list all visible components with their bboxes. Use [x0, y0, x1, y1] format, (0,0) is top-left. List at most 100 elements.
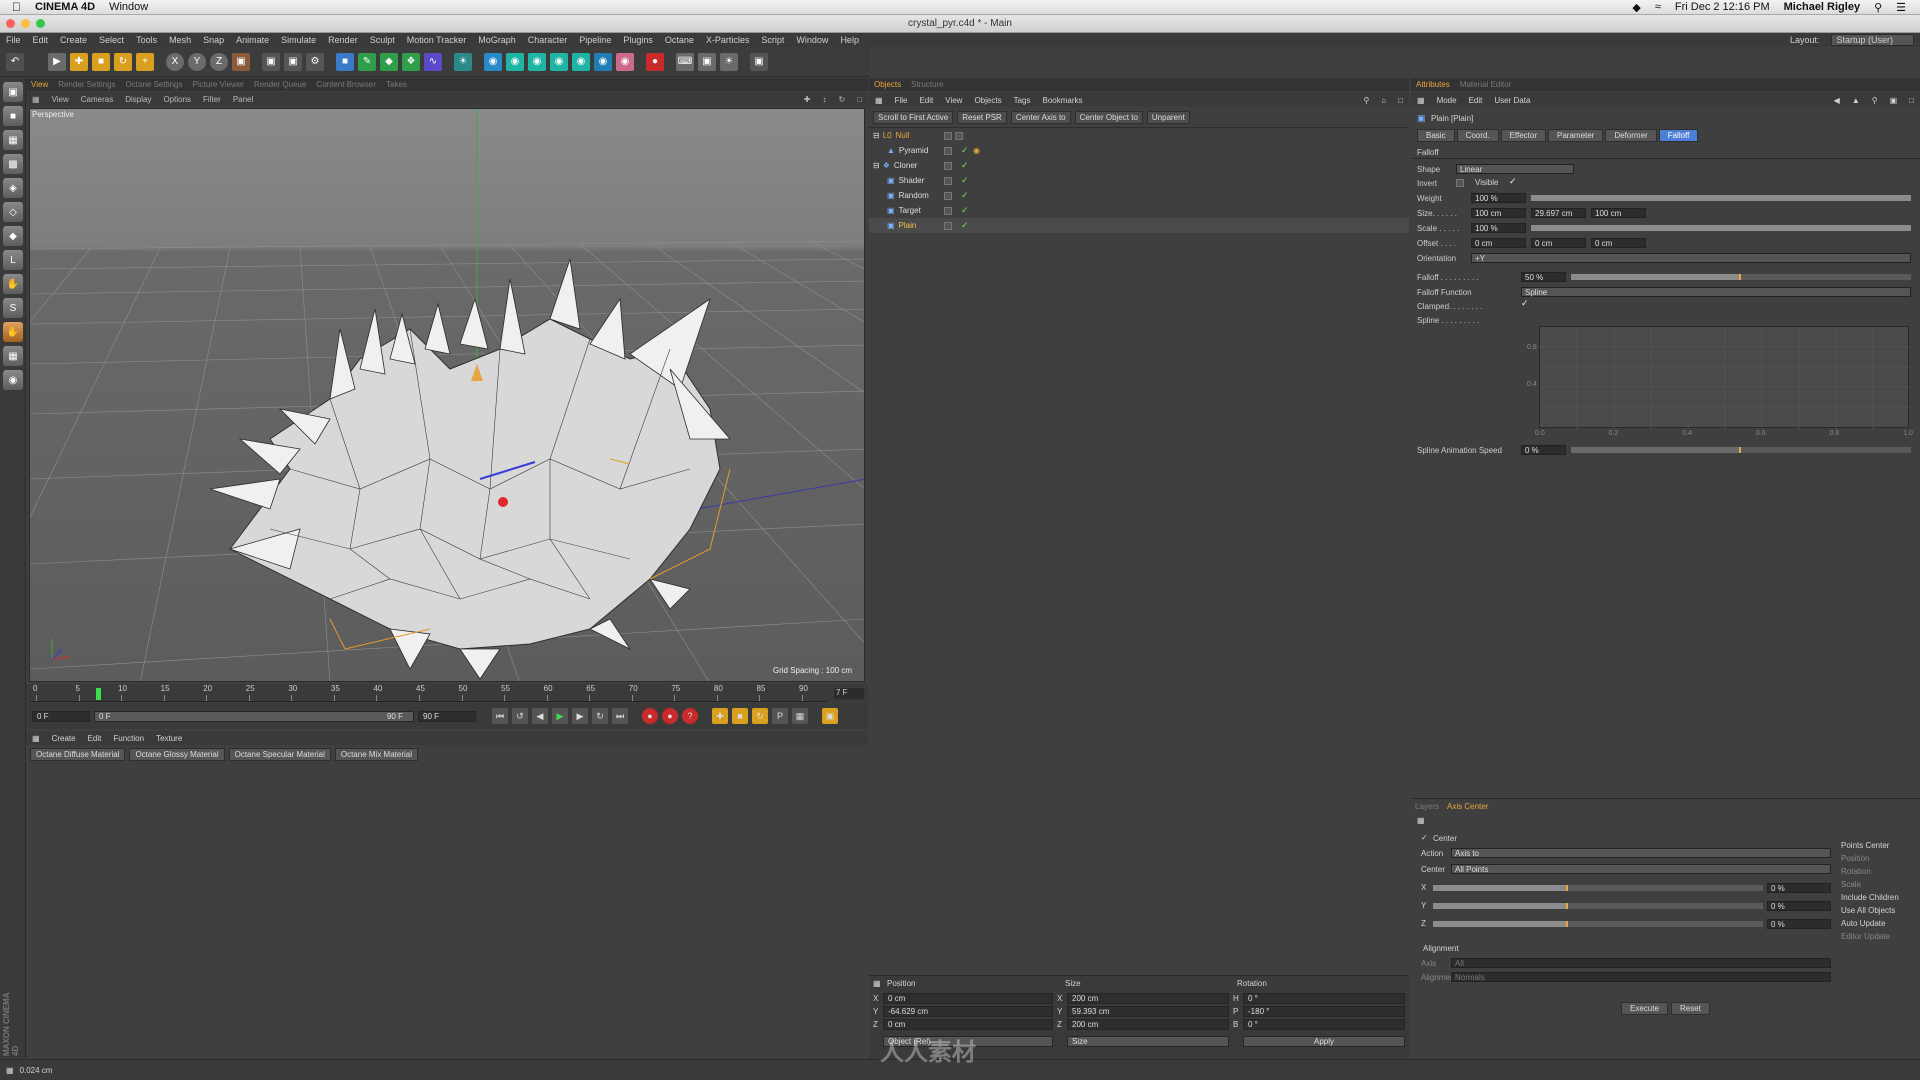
coordinate-system-icon[interactable]: ▣: [232, 52, 250, 71]
enabled-check[interactable]: ✓: [961, 190, 969, 201]
xparticles-gen-icon[interactable]: ◉: [528, 52, 546, 71]
previous-frame-icon[interactable]: ◀: [532, 708, 548, 724]
planar-workplane-icon[interactable]: ◉: [3, 370, 23, 390]
key-param-icon[interactable]: P: [772, 708, 788, 724]
visibility-toggle[interactable]: [944, 206, 952, 215]
tab-coord[interactable]: Coord.: [1456, 129, 1499, 142]
scroll-first-active-button[interactable]: Scroll to First Active: [873, 110, 954, 124]
object-name[interactable]: Null: [896, 131, 910, 140]
visibility-toggle[interactable]: [944, 161, 952, 170]
list-item[interactable]: ▲ Pyramid ✓ ◉: [869, 143, 1409, 158]
timeline-ruler[interactable]: 0 5 10 15 20 25 30 35 40 45 50 55 60 65 70 75 80 85 90 7 F: [26, 684, 868, 702]
end-frame-field[interactable]: 90 F: [418, 710, 476, 722]
next-frame-icon[interactable]: ▶: [572, 708, 588, 724]
x-handle[interactable]: [498, 497, 508, 507]
expand-icon[interactable]: ⊟: [873, 161, 880, 170]
xparticles-cache-icon[interactable]: ◉: [572, 52, 590, 71]
viewport-menu-item[interactable]: Options: [163, 95, 191, 104]
key-pla-icon[interactable]: ▦: [792, 708, 808, 724]
include-children-option[interactable]: Include Children: [1841, 891, 1899, 904]
falloff-field[interactable]: 50 %: [1521, 272, 1566, 282]
move-tool-icon[interactable]: ✚: [70, 52, 88, 71]
texture-mode-icon[interactable]: ▦: [3, 130, 23, 150]
layout-select[interactable]: Startup (User): [1831, 34, 1914, 46]
center-mode-select[interactable]: All Points: [1451, 864, 1831, 874]
tab-render-queue[interactable]: Render Queue: [254, 80, 306, 89]
camera-icon[interactable]: ▣: [698, 52, 716, 71]
last-tool-icon[interactable]: +: [136, 52, 154, 71]
position-option[interactable]: Position: [1841, 852, 1899, 865]
viewport-menu-item[interactable]: Filter: [203, 95, 221, 104]
scale-option[interactable]: Scale: [1841, 878, 1899, 891]
size-z-field[interactable]: 200 cm: [1067, 1019, 1229, 1030]
z-axis-icon[interactable]: Z: [210, 52, 228, 71]
size-x-field[interactable]: 100 cm: [1471, 208, 1526, 218]
coords-menu-icon[interactable]: ▦: [873, 979, 881, 988]
up-arrow-icon[interactable]: ▲: [1852, 96, 1860, 105]
edges-mode-icon[interactable]: ◇: [3, 202, 23, 222]
invert-label[interactable]: Invert: [1417, 177, 1437, 189]
timeline-layout-icon[interactable]: ▣: [822, 708, 838, 724]
polygons-mode-icon[interactable]: ◆: [3, 226, 23, 246]
clamped-checkbox[interactable]: ✓: [1521, 298, 1529, 309]
menu-item[interactable]: Edit: [33, 35, 49, 45]
editor-update-option[interactable]: Editor Update: [1841, 930, 1899, 943]
tab-octane-settings[interactable]: Octane Settings: [126, 80, 183, 89]
apple-icon[interactable]: : [12, 0, 21, 14]
viewport-maximize-icon[interactable]: □: [857, 95, 862, 104]
objects-menu-item[interactable]: Objects: [974, 96, 1001, 105]
orientation-select[interactable]: +Y: [1471, 253, 1911, 263]
key-scale-icon[interactable]: ■: [732, 708, 748, 724]
lock-workplane-icon[interactable]: ▦: [3, 346, 23, 366]
tab-takes[interactable]: Takes: [386, 80, 407, 89]
menu-item[interactable]: Snap: [203, 35, 224, 45]
menu-item[interactable]: Mesh: [169, 35, 191, 45]
attributes-menu-item[interactable]: User Data: [1494, 96, 1530, 105]
visible-label[interactable]: Visible: [1475, 178, 1498, 187]
visible-checkbox[interactable]: ✓: [1509, 176, 1517, 187]
user-name[interactable]: Michael Rigley: [1784, 1, 1860, 13]
rotation-b-field[interactable]: 0 °: [1243, 1019, 1405, 1030]
notification-icon[interactable]: ☰: [1896, 1, 1906, 14]
list-item[interactable]: ⊟ ❖ Cloner ✓: [869, 158, 1409, 173]
rotation-option[interactable]: Rotation: [1841, 865, 1899, 878]
light-icon[interactable]: ☀: [720, 52, 738, 71]
weight-slider[interactable]: [1531, 195, 1911, 201]
size-z-field[interactable]: 100 cm: [1591, 208, 1646, 218]
tag-icon[interactable]: ◉: [973, 146, 980, 155]
list-item[interactable]: ▣ Target ✓: [869, 203, 1409, 218]
alignment-check-label[interactable]: Alignment: [1423, 944, 1459, 953]
back-arrow-icon[interactable]: ◀: [1834, 96, 1840, 105]
viewport-rotate-icon[interactable]: ↻: [838, 95, 845, 104]
tab-objects[interactable]: Objects: [874, 80, 901, 89]
tab-parameter[interactable]: Parameter: [1548, 129, 1604, 142]
axis-center-menu-icon[interactable]: ▦: [1417, 816, 1425, 825]
menu-item[interactable]: MoGraph: [478, 35, 516, 45]
rotation-h-field[interactable]: 0 °: [1243, 993, 1405, 1004]
app-name[interactable]: CINEMA 4D: [35, 1, 95, 13]
render-toggle[interactable]: [955, 131, 963, 140]
cube-icon[interactable]: ■: [336, 52, 354, 71]
pen-icon[interactable]: ✎: [358, 52, 376, 71]
size-y-field[interactable]: 59.393 cm: [1067, 1006, 1229, 1017]
visibility-toggle[interactable]: [944, 191, 952, 200]
crystal-mesh[interactable]: [209, 258, 731, 680]
sculpt-icon[interactable]: ✋: [3, 322, 23, 342]
autokey-icon[interactable]: ●: [662, 708, 678, 724]
tab-effector[interactable]: Effector: [1500, 129, 1546, 142]
scene-icon[interactable]: ☀: [454, 52, 472, 71]
subdivision-icon[interactable]: ◆: [380, 52, 398, 71]
center-check[interactable]: ✓: [1421, 833, 1428, 842]
size-y-field[interactable]: 29.697 cm: [1531, 208, 1586, 218]
xparticles-emitter-icon[interactable]: ◉: [506, 52, 524, 71]
menu-item[interactable]: Motion Tracker: [407, 35, 467, 45]
menu-item[interactable]: Plugins: [623, 35, 653, 45]
reset-button[interactable]: Reset: [1671, 1002, 1710, 1015]
objects-menu-icon[interactable]: ▦: [875, 96, 883, 105]
menu-item[interactable]: Sculpt: [370, 35, 395, 45]
center-object-button[interactable]: Center Object to: [1074, 110, 1143, 124]
render-picture-viewer-icon[interactable]: ▣: [284, 52, 302, 71]
use-all-objects-option[interactable]: Use All Objects: [1841, 904, 1899, 917]
size-x-field[interactable]: 200 cm: [1067, 993, 1229, 1004]
viewport-menu-item[interactable]: Display: [125, 95, 151, 104]
